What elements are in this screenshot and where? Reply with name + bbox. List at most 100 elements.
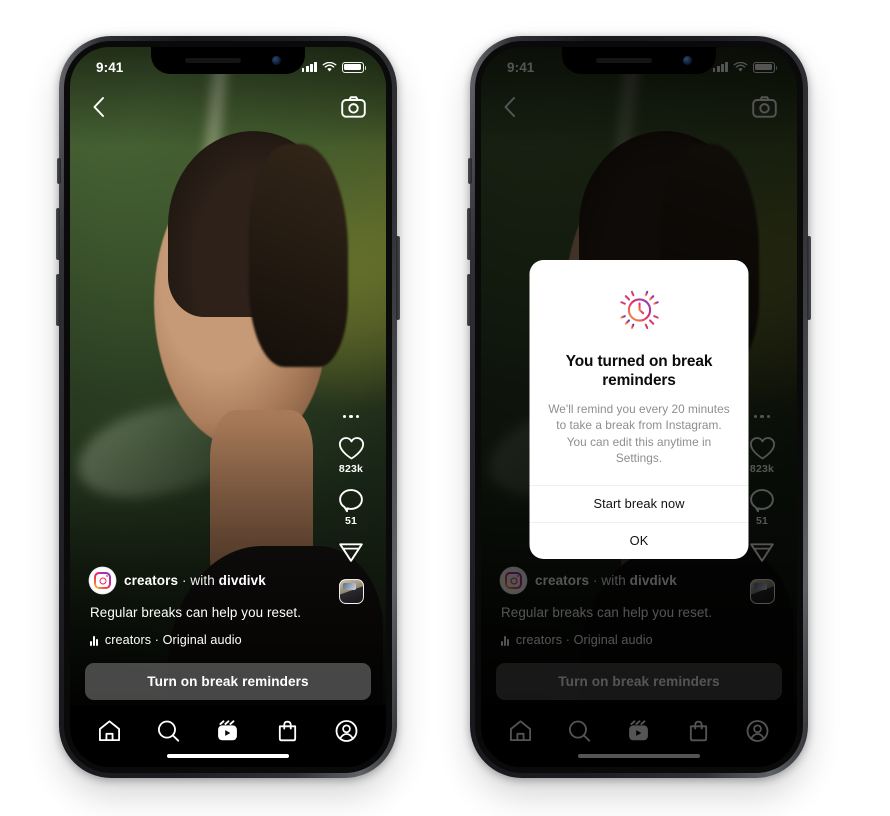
- search-icon: [158, 720, 180, 742]
- volume-up-button[interactable]: [56, 208, 60, 260]
- more-options-button[interactable]: [342, 415, 360, 419]
- caption-username: creators · with divdivk: [124, 573, 266, 588]
- camera-button[interactable]: [752, 96, 777, 118]
- caption-user-row[interactable]: creators · with divdivk: [90, 568, 312, 594]
- like-button[interactable]: 823k: [338, 436, 365, 475]
- caption-audio-row[interactable]: creators · Original audio: [90, 633, 312, 647]
- reel-caption: creators · with divdivk Regular breaks c…: [70, 568, 332, 647]
- start-break-now-button[interactable]: Start break now: [529, 484, 749, 522]
- caption-audio-row[interactable]: creators · Original audio: [501, 633, 723, 647]
- username-text: creators: [535, 573, 590, 589]
- back-button[interactable]: [90, 95, 108, 119]
- share-button[interactable]: [749, 540, 775, 564]
- home-indicator: [167, 753, 289, 758]
- status-indicators: [712, 61, 778, 73]
- camera-icon: [752, 96, 777, 118]
- bottom-tab-bar: [481, 705, 797, 767]
- status-time: 9:41: [96, 59, 124, 75]
- profile-circle-icon: [335, 720, 358, 742]
- reels-icon: [218, 720, 238, 741]
- tab-profile[interactable]: [334, 719, 359, 743]
- screenshot-stage: 9:41 823k 51 creators · with divdivk Reg…: [0, 0, 890, 816]
- camera-button[interactable]: [341, 96, 366, 118]
- volume-up-button[interactable]: [467, 208, 471, 260]
- comment-button[interactable]: 51: [749, 488, 775, 527]
- comment-icon: [339, 489, 363, 513]
- avatar[interactable]: [90, 568, 115, 594]
- comment-count: 51: [755, 515, 769, 528]
- volume-down-button[interactable]: [56, 274, 60, 326]
- audio-thumbnail-icon[interactable]: [749, 579, 775, 605]
- paper-plane-icon: [750, 543, 774, 563]
- mute-switch[interactable]: [57, 158, 61, 184]
- comment-count: 51: [344, 515, 358, 528]
- tab-search[interactable]: [156, 719, 181, 743]
- collaborator-text: divdivk: [629, 573, 677, 589]
- dialog-body: You turned on break reminders We'll remi…: [530, 260, 749, 485]
- home-indicator: [578, 753, 700, 758]
- heart-icon: [338, 437, 364, 460]
- username-separator: · with: [178, 573, 219, 589]
- tab-profile[interactable]: [745, 719, 770, 743]
- status-bar: 9:41: [70, 47, 386, 81]
- tab-search[interactable]: [567, 719, 592, 743]
- chevron-left-icon: [93, 97, 104, 117]
- phone-left: 9:41 823k 51 creators · with divdivk Reg…: [56, 36, 400, 778]
- tab-home[interactable]: [97, 719, 122, 743]
- front-camera: [683, 56, 692, 65]
- like-count: 823k: [338, 463, 364, 476]
- home-icon: [510, 720, 532, 742]
- share-button[interactable]: [338, 540, 364, 564]
- audio-label: creators · Original audio: [515, 633, 653, 647]
- phone-right: 9:41 823k 51 creators · with divdivk Reg…: [467, 36, 811, 778]
- caption-user-row[interactable]: creators · with divdivk: [501, 568, 723, 594]
- avatar[interactable]: [501, 568, 526, 594]
- more-horizontal-icon: [342, 415, 347, 419]
- ok-button[interactable]: OK: [529, 521, 749, 559]
- turn-on-break-reminders-button[interactable]: Turn on break reminders: [85, 663, 371, 700]
- instagram-logo-icon: [94, 572, 111, 589]
- search-icon: [569, 720, 591, 742]
- tab-shop[interactable]: [275, 719, 300, 743]
- like-button[interactable]: 823k: [749, 436, 776, 475]
- volume-down-button[interactable]: [467, 274, 471, 326]
- earpiece-speaker: [596, 58, 652, 63]
- comment-button[interactable]: 51: [338, 488, 364, 527]
- home-icon: [99, 720, 121, 742]
- like-count: 823k: [749, 463, 775, 476]
- more-options-button[interactable]: [753, 415, 771, 419]
- dialog-title: You turned on break reminders: [565, 353, 713, 390]
- audio-thumbnail-icon[interactable]: [338, 579, 364, 605]
- comment-icon: [750, 489, 774, 513]
- tab-reels[interactable]: [215, 719, 240, 743]
- more-horizontal-icon: [349, 415, 353, 419]
- more-horizontal-icon: [753, 415, 758, 419]
- status-indicators: [301, 61, 367, 73]
- back-button[interactable]: [501, 95, 519, 119]
- camera-icon: [341, 96, 366, 118]
- username-text: creators: [124, 573, 179, 589]
- caption-text: Regular breaks can help you reset.: [90, 605, 302, 621]
- reel-top-bar: [70, 87, 386, 127]
- more-horizontal-icon: [355, 415, 360, 419]
- alarm-clock-icon: [618, 289, 660, 331]
- mute-switch[interactable]: [468, 158, 472, 184]
- power-button[interactable]: [807, 236, 811, 320]
- caption-username: creators · with divdivk: [535, 573, 677, 588]
- tab-reels[interactable]: [626, 719, 651, 743]
- heart-icon: [749, 437, 775, 460]
- turn-on-break-reminders-button[interactable]: Turn on break reminders: [496, 663, 782, 700]
- dialog-icon-wrap: [547, 282, 732, 338]
- reel-top-bar: [481, 87, 797, 127]
- audio-waveform-icon: [501, 635, 509, 646]
- audio-label: creators · Original audio: [104, 633, 242, 647]
- tab-home[interactable]: [508, 719, 533, 743]
- username-separator: · with: [589, 573, 630, 589]
- reels-icon: [629, 720, 649, 741]
- signal-bars-icon: [301, 62, 317, 72]
- reel-caption: creators · with divdivk Regular breaks c…: [481, 568, 743, 647]
- paper-plane-icon: [339, 543, 363, 563]
- power-button[interactable]: [396, 236, 400, 320]
- tab-shop[interactable]: [686, 719, 711, 743]
- chevron-left-icon: [504, 97, 515, 117]
